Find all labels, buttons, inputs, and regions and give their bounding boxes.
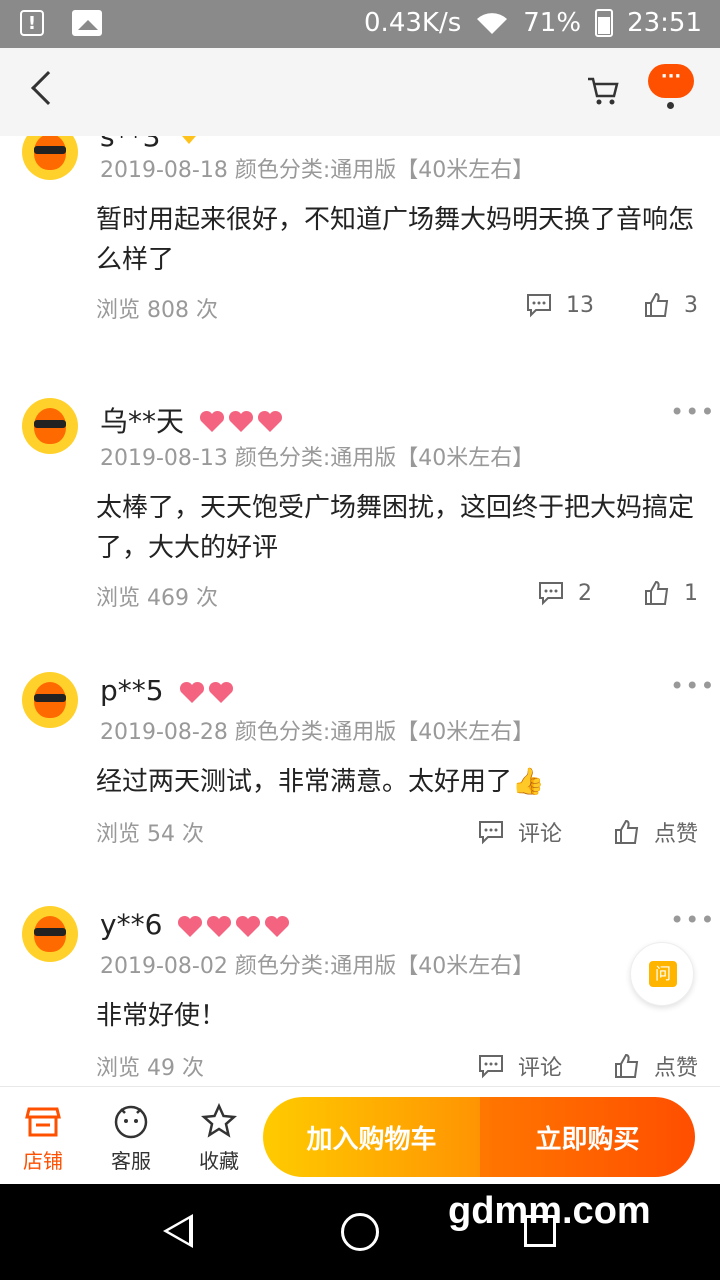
thumbs-up-icon <box>615 819 639 844</box>
heart-icon <box>198 408 226 432</box>
comment-button[interactable]: 13 <box>526 292 594 318</box>
battery-percent: 71% <box>523 8 582 38</box>
avatar[interactable] <box>22 136 78 180</box>
review-item: 乌**天 ••• 2019-08-13 颜色分类:通用版【40米左右】 太棒了，… <box>0 396 720 646</box>
cart-icon[interactable] <box>586 76 620 106</box>
nav-home-icon[interactable] <box>341 1213 379 1251</box>
like-button[interactable]: 1 <box>644 580 698 606</box>
shop-icon <box>25 1107 61 1137</box>
review-more-icon[interactable]: ••• <box>670 136 715 140</box>
alert-icon: ! <box>20 10 44 36</box>
more-menu-button[interactable]: ··· <box>648 64 694 98</box>
view-count: 浏览 54 次 <box>96 822 204 847</box>
heart-icon <box>178 679 206 703</box>
nav-back-icon[interactable] <box>163 1214 193 1248</box>
customer-service-button[interactable]: 客服 <box>96 1103 166 1174</box>
thumbs-up-icon <box>645 292 669 317</box>
comment-icon <box>479 821 503 845</box>
comment-button[interactable]: 评论 <box>478 816 562 848</box>
ask-question-button[interactable]: 问 <box>630 942 694 1006</box>
shop-button[interactable]: 店铺 <box>8 1103 78 1174</box>
reviewer-name: p**5 <box>100 674 235 707</box>
comment-icon <box>539 582 563 606</box>
review-more-icon[interactable]: ••• <box>670 398 715 426</box>
thumbs-up-icon <box>645 580 669 605</box>
review-text: 非常好使！ <box>96 1001 227 1031</box>
diamond-badge-icon <box>174 136 204 153</box>
heart-icon <box>176 913 204 937</box>
reviewer-name: y**6 <box>100 908 291 941</box>
star-icon <box>201 1103 237 1138</box>
battery-icon <box>595 9 614 37</box>
notification-dot <box>667 102 674 109</box>
comment-icon <box>527 294 551 318</box>
review-more-icon[interactable]: ••• <box>670 672 715 700</box>
review-text: 暂时用起来很好，不知道广场舞大妈明天换了音响怎么样了 <box>96 205 695 275</box>
wifi-icon <box>477 13 508 34</box>
watermark: gdmm.com <box>448 1190 651 1232</box>
like-button[interactable]: 点赞 <box>614 816 698 848</box>
view-count: 浏览 49 次 <box>96 1056 204 1081</box>
image-icon <box>72 10 102 36</box>
review-text: 经过两天测试，非常满意。太好用了👍 <box>96 767 545 797</box>
heart-icon <box>205 913 233 937</box>
comment-button[interactable]: 2 <box>538 580 592 606</box>
review-text: 太棒了，天天饱受广场舞困扰，这回终于把大妈搞定了，大大的好评 <box>96 493 695 563</box>
reviewer-name: 乌**天 <box>100 400 284 440</box>
favorite-button[interactable]: 收藏 <box>184 1103 254 1174</box>
review-list[interactable]: s**3 ••• 2019-08-18 颜色分类:通用版【40米左右】 暂时用起… <box>0 136 720 1086</box>
status-bar: ! 0.43K/s 71% 23:51 <box>0 0 720 48</box>
avatar[interactable] <box>22 398 78 454</box>
heart-icon <box>256 408 284 432</box>
heart-badge <box>198 408 284 432</box>
review-item: s**3 ••• 2019-08-18 颜色分类:通用版【40米左右】 暂时用起… <box>0 136 720 372</box>
review-meta: 2019-08-02 颜色分类:通用版【40米左右】 <box>100 954 535 979</box>
add-to-cart-button[interactable]: 加入购物车 <box>263 1097 480 1177</box>
clock: 23:51 <box>627 8 702 38</box>
avatar[interactable] <box>22 906 78 962</box>
top-navbar: ··· <box>0 48 720 136</box>
heart-icon <box>234 913 262 937</box>
heart-icon <box>263 913 291 937</box>
avatar[interactable] <box>22 672 78 728</box>
comment-icon <box>479 1055 503 1079</box>
ask-icon: 问 <box>649 961 677 987</box>
like-button[interactable]: 点赞 <box>614 1050 698 1082</box>
thumbs-up-icon <box>615 1053 639 1078</box>
heart-badge <box>176 913 291 937</box>
like-button[interactable]: 3 <box>644 292 698 318</box>
bottom-action-bar: 店铺 客服 收藏 加入购物车 立即购买 <box>0 1086 720 1184</box>
view-count: 浏览 469 次 <box>96 586 218 611</box>
back-icon[interactable] <box>31 71 65 105</box>
comment-button[interactable]: 评论 <box>478 1050 562 1082</box>
review-meta: 2019-08-13 颜色分类:通用版【40米左右】 <box>100 446 535 471</box>
buy-now-button[interactable]: 立即购买 <box>480 1097 695 1177</box>
heart-badge <box>178 679 235 703</box>
service-icon <box>114 1105 148 1139</box>
heart-icon <box>207 679 235 703</box>
review-more-icon[interactable]: ••• <box>670 906 715 934</box>
review-item: p**5 ••• 2019-08-28 颜色分类:通用版【40米左右】 经过两天… <box>0 670 720 890</box>
review-meta: 2019-08-28 颜色分类:通用版【40米左右】 <box>100 720 535 745</box>
review-meta: 2019-08-18 颜色分类:通用版【40米左右】 <box>100 158 535 183</box>
reviewer-name: s**3 <box>100 136 204 153</box>
review-item: y**6 ••• 2019-08-02 颜色分类:通用版【40米左右】 非常好使… <box>0 904 720 1086</box>
heart-icon <box>227 408 255 432</box>
view-count: 浏览 808 次 <box>96 298 218 323</box>
network-speed: 0.43K/s <box>364 8 462 38</box>
